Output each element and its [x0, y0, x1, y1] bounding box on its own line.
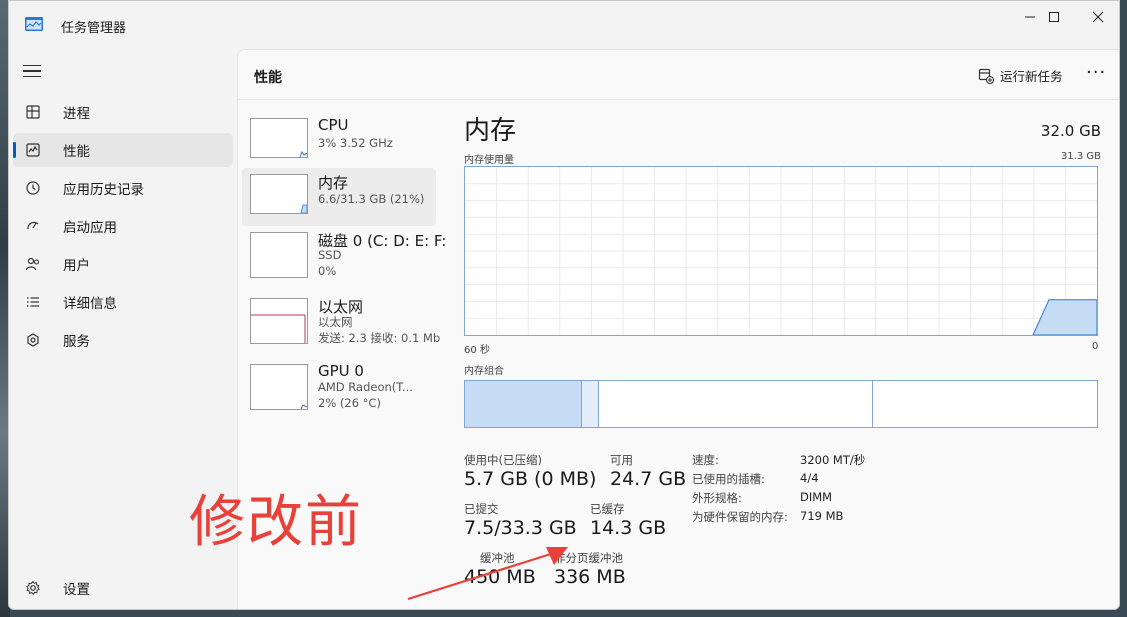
cached-value: 14.3 GB — [590, 517, 667, 539]
device-cpu[interactable]: CPU 3% 3.52 GHz — [242, 112, 436, 170]
sidebar-item-label: 用户 — [63, 258, 90, 274]
window-title: 任务管理器 — [61, 21, 127, 36]
sidebar-item-services[interactable]: 服务 — [13, 323, 233, 357]
gear-icon — [23, 580, 43, 596]
sidebar-item-label: 应用历史记录 — [63, 182, 144, 198]
task-manager-app-icon — [25, 17, 43, 31]
page-title: 性能 — [254, 70, 282, 86]
device-detail: 2% (26 °C) — [318, 396, 381, 410]
task-manager-window: 任务管理器 进程 性能 应用历史记录 启动应用 用户 详细信息 服务 设置 性能… — [8, 0, 1120, 610]
run-task-label: 运行新任务 — [1000, 69, 1063, 84]
cpu-thumbnail-graph — [250, 118, 308, 158]
content-header: 性能 运行新任务 ··· — [238, 50, 1119, 100]
sidebar-item-users[interactable]: 用户 — [13, 247, 233, 281]
composition-in-use — [465, 381, 582, 427]
sidebar-item-label: 服务 — [63, 334, 90, 350]
speed-value: 3200 MT/秒 — [800, 453, 866, 467]
disk-thumbnail-graph — [250, 232, 308, 278]
close-icon — [1092, 11, 1104, 23]
memory-thumbnail-graph — [250, 174, 308, 214]
startup-icon — [23, 218, 43, 234]
committed-value: 7.5/33.3 GB — [464, 517, 577, 539]
hardware-reserved-label: 为硬件保留的内存: — [692, 510, 788, 524]
usage-graph-max: 31.3 GB — [1060, 151, 1101, 162]
hardware-reserved-value: 719 MB — [800, 509, 844, 523]
device-gpu[interactable]: GPU 0 AMD Radeon(T... 2% (26 °C) — [242, 358, 436, 416]
device-detail: 0% — [318, 264, 337, 278]
sidebar-item-label: 详细信息 — [63, 296, 117, 312]
services-icon — [23, 332, 43, 348]
maximize-icon — [1049, 12, 1059, 22]
device-name: 内存 — [318, 174, 349, 192]
sidebar-item-label: 进程 — [63, 106, 90, 122]
memory-usage-chart — [465, 167, 1098, 336]
device-detail: 以太网 — [318, 315, 353, 329]
hamburger-menu-icon[interactable] — [23, 65, 41, 79]
committed-label: 已提交 — [464, 502, 499, 516]
device-name: GPU 0 — [318, 362, 364, 380]
more-options-button[interactable]: ··· — [1086, 62, 1106, 83]
device-detail: 3% 3.52 GHz — [318, 136, 393, 150]
sidebar-item-details[interactable]: 详细信息 — [13, 285, 233, 319]
device-disk[interactable]: 磁盘 0 (C: D: E: F: SSD 0% — [242, 226, 446, 284]
maximize-button[interactable] — [1031, 1, 1077, 33]
device-detail: SSD — [318, 248, 342, 262]
device-detail: 发送: 2.3 接收: 0.1 Mb — [318, 331, 441, 345]
memory-total: 32.0 GB — [1040, 122, 1101, 140]
users-icon — [23, 256, 43, 272]
sidebar-item-processes[interactable]: 进程 — [13, 95, 233, 129]
graph-time-left: 60 秒 — [464, 345, 490, 356]
sidebar-item-app-history[interactable]: 应用历史记录 — [13, 171, 233, 205]
memory-usage-graph — [464, 166, 1098, 336]
performance-icon — [23, 142, 43, 158]
sidebar-item-settings[interactable]: 设置 — [13, 571, 233, 605]
device-detail: 6.6/31.3 GB (21%) — [318, 192, 425, 206]
close-button[interactable] — [1075, 1, 1119, 33]
form-factor-label: 外形规格: — [692, 491, 742, 505]
usage-graph-label: 内存使用量 — [464, 155, 514, 166]
sidebar-item-label: 启动应用 — [63, 220, 117, 236]
device-detail: AMD Radeon(T... — [318, 380, 413, 394]
run-new-task-button[interactable]: 运行新任务 — [978, 66, 1063, 85]
run-task-icon — [978, 68, 994, 84]
speed-label: 速度: — [692, 453, 719, 467]
annotation-arrow-icon — [407, 547, 568, 601]
settings-label: 设置 — [63, 582, 90, 598]
processes-icon — [23, 104, 43, 120]
composition-standby — [599, 381, 873, 427]
ethernet-thumbnail-graph — [250, 298, 308, 344]
before-modification-annotation: 修改前 — [189, 490, 363, 555]
title-bar[interactable]: 任务管理器 — [9, 1, 1119, 49]
performance-panel: 性能 运行新任务 ··· CPU 3% 3.52 GHz 内存 6.6/31.3… — [237, 49, 1119, 609]
gpu-thumbnail-graph — [250, 364, 308, 410]
composition-free — [873, 381, 1097, 427]
device-name: CPU — [318, 116, 349, 134]
graph-time-right: 0 — [1092, 341, 1099, 352]
in-use-value: 5.7 GB (0 MB) — [464, 468, 597, 490]
slots-label: 已使用的插槽: — [692, 472, 765, 486]
sidebar-item-startup[interactable]: 启动应用 — [13, 209, 233, 243]
available-value: 24.7 GB — [610, 468, 687, 490]
sidebar-item-performance[interactable]: 性能 — [13, 133, 233, 167]
in-use-label: 使用中(已压缩) — [464, 453, 542, 467]
device-memory[interactable]: 内存 6.6/31.3 GB (21%) — [242, 168, 436, 226]
memory-composition-bar — [464, 380, 1098, 428]
memory-usage-area — [1032, 299, 1098, 336]
sidebar-item-label: 性能 — [63, 144, 90, 160]
composition-modified — [582, 381, 599, 427]
available-label: 可用 — [610, 453, 633, 467]
device-ethernet[interactable]: 以太网 以太网 发送: 2.3 接收: 0.1 Mb — [242, 292, 440, 350]
app-history-icon — [23, 180, 43, 196]
details-icon — [23, 294, 43, 310]
memory-heading: 内存 — [464, 116, 517, 146]
slots-value: 4/4 — [800, 471, 819, 485]
cached-label: 已缓存 — [590, 502, 625, 516]
composition-label: 内存组合 — [464, 366, 504, 377]
form-factor-value: DIMM — [800, 490, 833, 504]
